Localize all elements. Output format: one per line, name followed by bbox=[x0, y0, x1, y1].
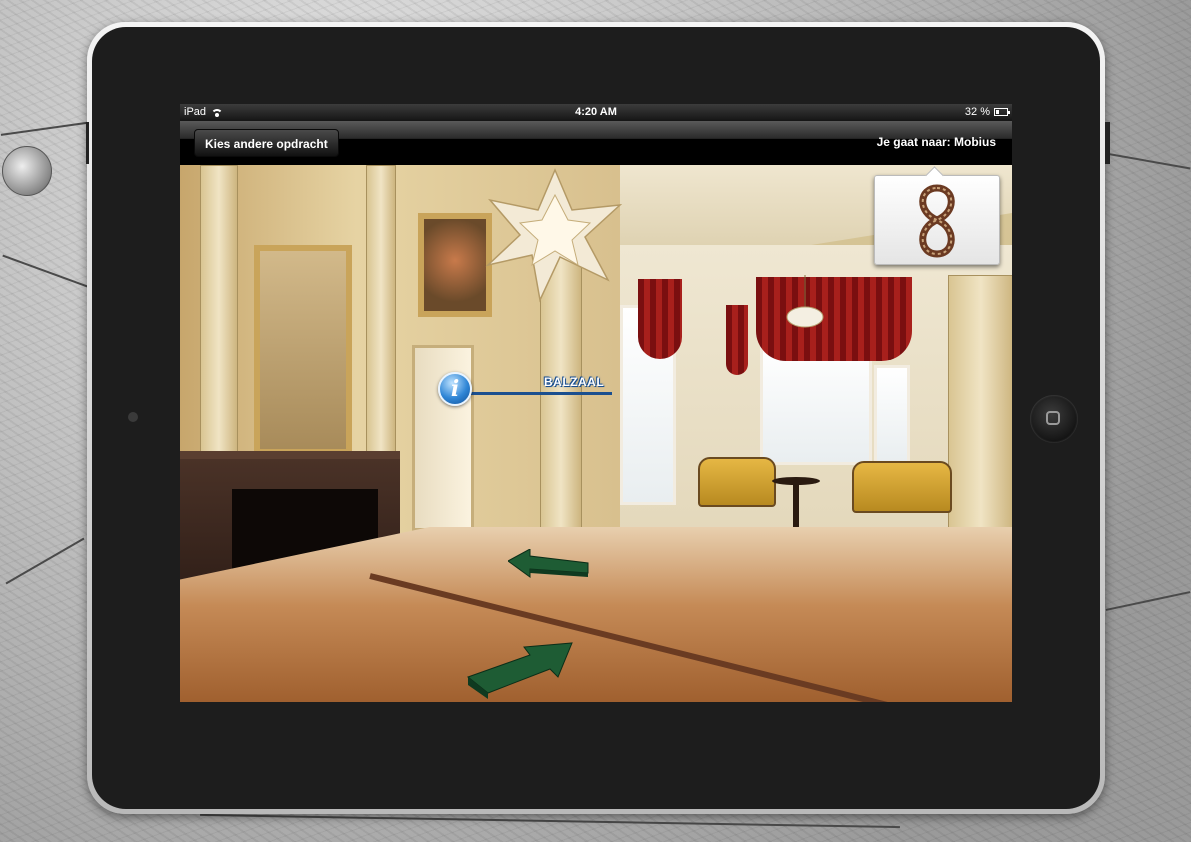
home-button[interactable] bbox=[1030, 395, 1078, 443]
info-callout-line bbox=[470, 392, 612, 395]
battery-fill bbox=[996, 110, 999, 114]
room-label[interactable]: BALZAAL bbox=[544, 375, 604, 389]
info-icon[interactable]: i bbox=[438, 372, 472, 406]
sketch-bolt bbox=[2, 146, 52, 196]
gilded-mirror bbox=[254, 245, 352, 455]
battery-icon bbox=[994, 108, 1010, 116]
red-curtain bbox=[638, 279, 682, 359]
camera-icon bbox=[128, 412, 138, 422]
volume-button bbox=[1105, 122, 1110, 164]
battery-tip bbox=[1008, 111, 1010, 114]
destination-title: Je gaat naar: Mobius bbox=[876, 135, 996, 149]
wall-pillar bbox=[366, 165, 396, 457]
destination-preview-card[interactable] bbox=[874, 175, 1000, 265]
mobius-sculpture-image bbox=[919, 184, 955, 258]
navigation-bar: Kies andere opdracht Je gaat naar: Mobiu… bbox=[180, 121, 1012, 165]
mute-switch bbox=[86, 122, 89, 164]
app-screen: iPad 4:20 AM 32 % Kies andere opdracht J… bbox=[180, 104, 1012, 702]
status-bar: iPad 4:20 AM 32 % bbox=[180, 104, 1012, 121]
green-arrow-forward-icon[interactable] bbox=[466, 639, 574, 701]
battery-percentage: 32 % bbox=[964, 106, 990, 118]
status-time: 4:20 AM bbox=[575, 106, 617, 118]
crystal-chandelier bbox=[485, 168, 623, 303]
room-panorama[interactable]: i BALZAAL bbox=[180, 165, 1012, 702]
table-leg bbox=[793, 483, 799, 527]
back-button[interactable]: Kies andere opdracht bbox=[194, 129, 339, 157]
green-arrow-left-icon[interactable] bbox=[508, 549, 590, 579]
window bbox=[874, 365, 910, 465]
window bbox=[760, 345, 872, 465]
red-curtain bbox=[756, 277, 912, 361]
red-curtain bbox=[726, 305, 748, 375]
gold-sofa bbox=[852, 461, 952, 513]
gold-sofa bbox=[698, 457, 776, 507]
doorway bbox=[412, 345, 474, 531]
home-square-icon bbox=[1046, 411, 1060, 425]
wall-pillar bbox=[200, 165, 238, 457]
small-chandelier bbox=[786, 275, 824, 328]
